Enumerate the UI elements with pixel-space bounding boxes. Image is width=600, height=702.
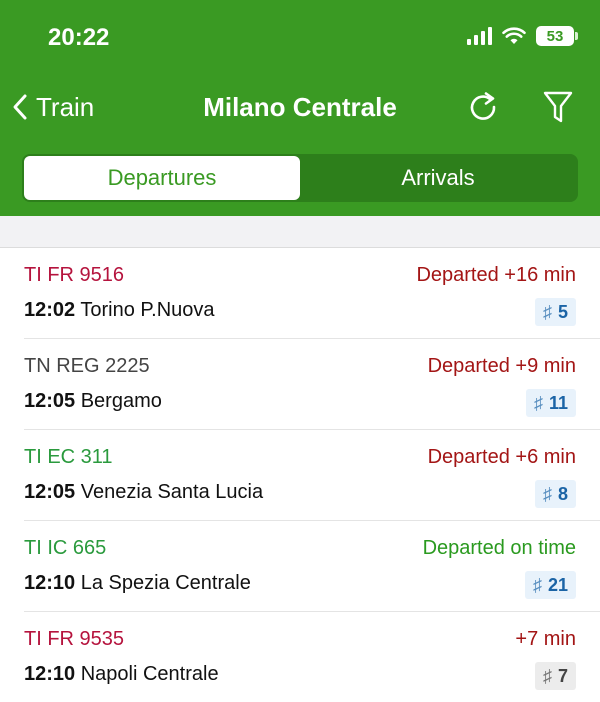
train-number: TN REG 2225 bbox=[24, 355, 150, 377]
departure-row[interactable]: TI FR 9516 Departed +16 min 12:02 Torino… bbox=[24, 248, 600, 339]
platform-icon: ♯ bbox=[532, 574, 542, 595]
departure-status: Departed +9 min bbox=[427, 355, 576, 377]
platform-number: 7 bbox=[557, 665, 568, 686]
header: 20:22 53 Train Milano Centrale Departure… bbox=[0, 0, 600, 216]
chevron-left-icon bbox=[13, 94, 27, 120]
platform-number: 8 bbox=[557, 483, 568, 504]
section-spacer bbox=[0, 216, 600, 248]
filter-icon bbox=[543, 91, 573, 123]
wifi-icon bbox=[502, 27, 526, 45]
platform-badge: ♯ 11 bbox=[525, 389, 576, 417]
platform-badge: ♯ 7 bbox=[534, 662, 576, 690]
departure-time: 12:10 bbox=[24, 572, 76, 594]
platform-number: 21 bbox=[547, 574, 568, 595]
departure-time: 12:05 bbox=[24, 481, 76, 503]
time-destination: 12:05 Venezia Santa Lucia bbox=[24, 481, 263, 504]
filter-button[interactable] bbox=[542, 90, 574, 124]
time-destination: 12:10 La Spezia Centrale bbox=[24, 572, 251, 595]
tab-arrivals[interactable]: Arrivals bbox=[300, 156, 576, 200]
platform-badge: ♯ 21 bbox=[524, 571, 576, 599]
destination: La Spezia Centrale bbox=[80, 572, 251, 594]
departure-row[interactable]: TI FR 9535 +7 min 12:10 Napoli Centrale … bbox=[24, 612, 600, 702]
departure-row[interactable]: TI EC 311 Departed +6 min 12:05 Venezia … bbox=[24, 430, 600, 521]
destination: Napoli Centrale bbox=[80, 663, 219, 685]
departure-time: 12:10 bbox=[24, 663, 76, 685]
platform-icon: ♯ bbox=[542, 301, 552, 322]
destination: Venezia Santa Lucia bbox=[80, 481, 264, 503]
platform-badge: ♯ 5 bbox=[534, 298, 576, 326]
train-number: TI FR 9535 bbox=[24, 628, 125, 650]
departure-row[interactable]: TN REG 2225 Departed +9 min 12:05 Bergam… bbox=[24, 339, 600, 430]
train-number: TI EC 311 bbox=[24, 446, 113, 468]
train-number: TI IC 665 bbox=[24, 537, 107, 559]
back-button[interactable]: Train bbox=[12, 82, 94, 132]
platform-icon: ♯ bbox=[542, 483, 552, 504]
departure-status: Departed +6 min bbox=[427, 446, 576, 468]
platform-number: 11 bbox=[548, 392, 568, 413]
status-icons: 53 bbox=[467, 26, 578, 46]
refresh-button[interactable] bbox=[466, 90, 500, 124]
battery-icon: 53 bbox=[536, 26, 578, 46]
departures-list: TI FR 9516 Departed +16 min 12:02 Torino… bbox=[0, 248, 600, 702]
battery-percent: 53 bbox=[546, 27, 564, 45]
refresh-icon bbox=[470, 92, 496, 120]
platform-icon: ♯ bbox=[533, 392, 543, 413]
segmented-control: Departures Arrivals bbox=[22, 154, 578, 202]
departure-time: 12:05 bbox=[24, 390, 76, 412]
platform-number: 5 bbox=[557, 301, 568, 322]
departure-status: Departed on time bbox=[422, 537, 576, 559]
status-time: 20:22 bbox=[48, 24, 110, 51]
time-destination: 12:02 Torino P.Nuova bbox=[24, 299, 215, 322]
time-destination: 12:10 Napoli Centrale bbox=[24, 663, 219, 686]
tab-departures[interactable]: Departures bbox=[24, 156, 300, 200]
back-label: Train bbox=[36, 91, 95, 122]
destination: Bergamo bbox=[80, 390, 162, 412]
platform-icon: ♯ bbox=[542, 665, 552, 686]
nav-bar: Train Milano Centrale bbox=[0, 82, 600, 132]
departure-time: 12:02 bbox=[24, 299, 76, 321]
departure-row[interactable]: TI IC 665 Departed on time 12:10 La Spez… bbox=[24, 521, 600, 612]
cellular-signal-icon bbox=[467, 27, 492, 45]
destination: Torino P.Nuova bbox=[80, 299, 215, 321]
platform-badge: ♯ 8 bbox=[534, 480, 576, 508]
departure-status: Departed +16 min bbox=[416, 264, 576, 286]
time-destination: 12:05 Bergamo bbox=[24, 390, 162, 413]
train-number: TI FR 9516 bbox=[24, 264, 125, 286]
departure-status: +7 min bbox=[515, 628, 576, 650]
